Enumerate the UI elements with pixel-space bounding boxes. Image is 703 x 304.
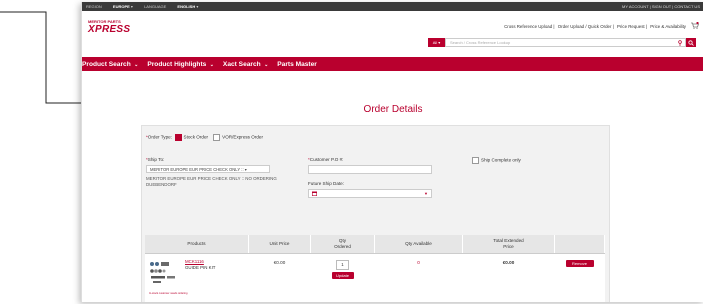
- part-description: GUIDE PIN KIT: [185, 264, 216, 270]
- link-order-upload[interactable]: Order Upload / Quick Order: [558, 24, 612, 29]
- col-qty-ordered: Qty Ordered: [311, 235, 375, 253]
- ship-to-address: MERITOR EUROPE EUR PRICE CHECK ONLY :: N…: [146, 176, 277, 187]
- nav-product-search[interactable]: Product Search ⌄: [82, 61, 138, 68]
- future-ship-date-label: Future Ship Date:: [308, 181, 345, 186]
- nav-parts-master[interactable]: Parts Master: [277, 61, 317, 68]
- link-cross-reference-upload[interactable]: Cross Reference Upload: [504, 24, 552, 29]
- account-links[interactable]: MY ACCOUNT | SIGN OUT | CONTACT US: [622, 4, 700, 9]
- col-total-extended-price: Total Extended Price: [463, 235, 555, 253]
- search-icon: [688, 39, 694, 46]
- chevron-down-icon: ⌄: [208, 61, 214, 68]
- table-header: Products Unit Price Qty Ordered Qty Avai…: [145, 235, 605, 254]
- dropdown-arrow-icon: ▼: [424, 191, 428, 196]
- unit-price-cell: €0.00: [249, 254, 311, 302]
- remove-button[interactable]: Remove: [565, 260, 594, 267]
- order-details-panel: *Order Type: Stock Order VOR/Express Ord…: [141, 125, 610, 302]
- customer-po-label: *Customer P.O #:: [308, 157, 344, 162]
- nav-xact-search[interactable]: Xact Search ⌄: [223, 61, 268, 68]
- table-row: MCK1116 GUIDE PIN KIT In-stock customer …: [145, 254, 605, 302]
- utility-bar: REGION EUROPE ▾ LANGUAGE ENGLISH ▾ MY AC…: [82, 2, 703, 11]
- product-info: MCK1116 GUIDE PIN KIT: [185, 259, 216, 270]
- ship-complete-row: Ship Complete only: [472, 157, 521, 164]
- col-actions: [555, 235, 605, 253]
- search-input[interactable]: Search / Cross Reference Lookup: [445, 38, 686, 47]
- page-title: Order Details: [363, 104, 423, 115]
- actions-cell: Remove: [555, 254, 605, 302]
- product-thumbnail[interactable]: [149, 260, 179, 286]
- stock-note: In-stock customer needs ordering: [149, 292, 188, 295]
- ship-to-label: *Ship To:: [146, 157, 165, 162]
- col-unit-price: Unit Price: [249, 235, 311, 253]
- vor-express-checkbox[interactable]: [213, 134, 221, 141]
- search-scope-select[interactable]: All ▾: [428, 38, 445, 47]
- customer-po-input[interactable]: [308, 165, 432, 174]
- nav-product-highlights[interactable]: Product Highlights ⌄: [147, 61, 214, 68]
- calendar-icon: [312, 191, 317, 196]
- qty-available-cell: 0: [375, 254, 463, 302]
- screenshot-canvas: REGION EUROPE ▾ LANGUAGE ENGLISH ▾ MY AC…: [0, 0, 703, 304]
- region-selector[interactable]: REGION EUROPE ▾: [86, 4, 133, 9]
- site-header: MERITOR PARTS XPRESS Cross Reference Upl…: [82, 11, 703, 47]
- part-number-link[interactable]: MCK1116: [185, 259, 204, 264]
- search-bar: All ▾ Search / Cross Reference Lookup: [428, 38, 696, 47]
- cart-icon[interactable]: [691, 22, 699, 29]
- header-links: Cross Reference Upload | Order Upload / …: [504, 24, 686, 29]
- col-qty-available: Qty Available: [375, 235, 463, 253]
- search-button[interactable]: [686, 38, 696, 47]
- update-button[interactable]: Update: [331, 272, 354, 279]
- chevron-down-icon: ⌄: [132, 61, 139, 68]
- total-price-cell: €0.00: [463, 254, 555, 302]
- app-window: REGION EUROPE ▾ LANGUAGE ENGLISH ▾ MY AC…: [81, 2, 703, 302]
- qty-ordered-cell: 1 Update: [311, 254, 375, 302]
- xpress-logo[interactable]: MERITOR PARTS XPRESS: [88, 19, 130, 41]
- location-pin-icon[interactable]: [678, 40, 682, 46]
- order-type-row: *Order Type: Stock Order VOR/Express Ord…: [146, 134, 263, 141]
- ship-to-select[interactable]: MERITOR EUROPE EUR PRICE CHECK ONLY :: ▾: [146, 165, 270, 173]
- col-products: Products: [145, 235, 249, 253]
- stock-order-checkbox[interactable]: [174, 134, 182, 141]
- link-price-availability[interactable]: Price & Availability: [650, 24, 686, 29]
- language-selector[interactable]: LANGUAGE ENGLISH ▾: [144, 4, 198, 9]
- product-cell: MCK1116 GUIDE PIN KIT In-stock customer …: [145, 254, 249, 302]
- order-lines-table: Products Unit Price Qty Ordered Qty Avai…: [145, 235, 605, 302]
- main-nav: Product Search ⌄ Product Highlights ⌄ Xa…: [82, 57, 703, 71]
- future-ship-date-select[interactable]: ▼: [308, 189, 432, 198]
- qty-input[interactable]: 1: [336, 260, 349, 270]
- ship-complete-checkbox[interactable]: [472, 157, 479, 164]
- link-price-request[interactable]: Price Request: [617, 24, 645, 29]
- chevron-down-icon: ⌄: [262, 61, 269, 68]
